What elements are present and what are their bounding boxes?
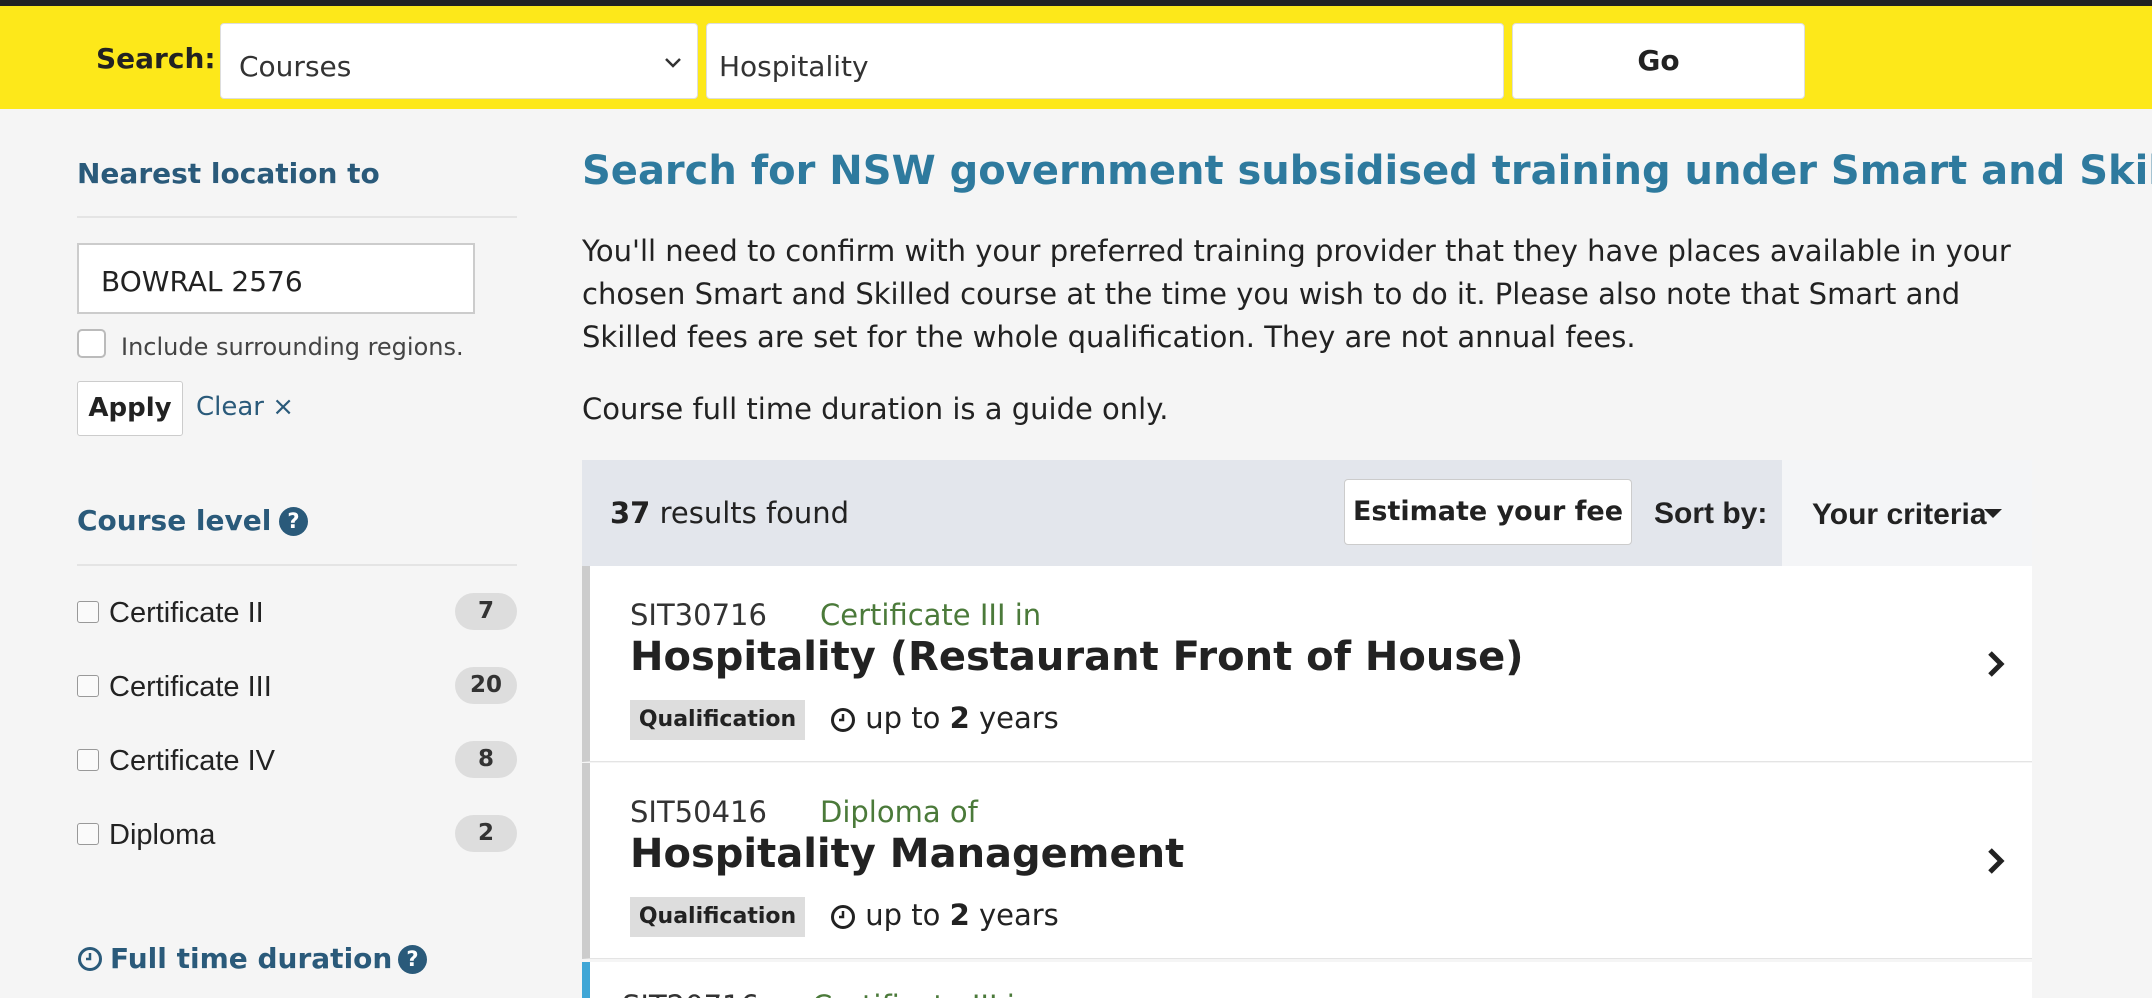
results-count: 37 results found [610, 496, 849, 530]
course-type: Diploma of [820, 795, 978, 829]
course-level-label: Certificate IV [109, 745, 275, 777]
course-code: SIT50416 [630, 795, 767, 829]
clear-link[interactable]: Clear × [196, 392, 294, 422]
divider [77, 564, 517, 566]
duration-prefix: up to [865, 701, 941, 735]
course-level-help-icon[interactable]: ? [279, 507, 308, 536]
course-level-option[interactable]: Certificate II 7 [77, 593, 517, 633]
results-label: results found [659, 496, 850, 530]
surrounding-regions-checkbox[interactable] [77, 329, 106, 358]
course-level-checkbox[interactable] [77, 675, 99, 697]
course-level-checkbox[interactable] [77, 749, 99, 771]
course-card-partial[interactable]: SIT20716 Certificate III in [582, 962, 2032, 998]
intro-text: You'll need to confirm with your preferr… [582, 234, 2011, 354]
course-level-label: Certificate III [109, 671, 272, 703]
duration-value: 2 [949, 898, 970, 932]
search-bar: Search: Courses Hospitality Go [0, 6, 2152, 109]
course-type: Certificate III in [812, 989, 1033, 998]
sort-label: Sort by: [1654, 497, 1768, 530]
course-name[interactable]: Hospitality (Restaurant Front of House) [630, 634, 1524, 680]
clock-icon [78, 947, 102, 971]
course-level-count: 8 [455, 741, 517, 778]
results-header: 37 results found Estimate your fee Sort … [582, 460, 2032, 566]
course-card[interactable]: SIT30716 Certificate III in Hospitality … [582, 566, 2032, 762]
location-input-value: BOWRAL 2576 [101, 265, 303, 298]
qualification-badge: Qualification [630, 700, 805, 740]
search-query-value: Hospitality [719, 50, 869, 83]
results-number: 37 [610, 496, 651, 530]
chevron-down-icon [665, 58, 681, 68]
search-category-value: Courses [239, 50, 352, 83]
duration-help-icon[interactable]: ? [398, 945, 427, 974]
course-level-checkbox[interactable] [77, 823, 99, 845]
course-level-option[interactable]: Diploma 2 [77, 815, 517, 855]
course-card[interactable]: SIT50416 Diploma of Hospitality Manageme… [582, 763, 2032, 959]
caret-down-icon [1984, 509, 2002, 518]
course-name[interactable]: Hospitality Management [630, 831, 1184, 877]
chevron-right-icon[interactable] [1985, 648, 2007, 680]
duration-value: 2 [949, 701, 970, 735]
page-title: Search for NSW government subsidised tra… [582, 148, 2152, 194]
course-level-heading: Course level [77, 504, 272, 537]
duration-guide-text: Course full time duration is a guide onl… [582, 392, 1169, 426]
sort-value: Your criteria [1812, 498, 1987, 531]
clock-icon [831, 905, 855, 929]
course-level-count: 20 [455, 667, 517, 704]
search-category-select[interactable]: Courses [220, 23, 698, 99]
estimate-fee-button[interactable]: Estimate your fee [1344, 479, 1632, 545]
chevron-right-icon[interactable] [1985, 845, 2007, 877]
sort-dropdown[interactable]: Your criteria [1782, 460, 2032, 566]
course-level-count: 7 [455, 593, 517, 630]
go-button[interactable]: Go [1512, 23, 1805, 99]
course-level-checkbox[interactable] [77, 601, 99, 623]
duration-heading: Full time duration [110, 942, 393, 975]
duration-unit: years [978, 701, 1059, 735]
clock-icon [831, 708, 855, 732]
location-heading: Nearest location to [77, 157, 380, 190]
duration-prefix: up to [865, 898, 941, 932]
course-duration: up to 2 years [830, 898, 1059, 932]
course-level-option[interactable]: Certificate III 20 [77, 667, 517, 707]
course-level-option[interactable]: Certificate IV 8 [77, 741, 517, 781]
search-label: Search: [96, 42, 216, 75]
location-input[interactable]: BOWRAL 2576 [77, 243, 475, 314]
surrounding-regions-label: Include surrounding regions. [121, 333, 464, 361]
course-level-count: 2 [455, 815, 517, 852]
course-duration: up to 2 years [830, 701, 1059, 735]
course-code: SIT30716 [630, 598, 767, 632]
course-code: SIT20716 [622, 989, 759, 998]
duration-unit: years [978, 898, 1059, 932]
divider [77, 216, 517, 218]
qualification-badge: Qualification [630, 897, 805, 937]
search-query-input[interactable]: Hospitality [706, 23, 1504, 99]
course-level-label: Certificate II [109, 597, 264, 629]
apply-button[interactable]: Apply [77, 381, 183, 436]
course-type: Certificate III in [820, 598, 1042, 632]
course-level-label: Diploma [109, 819, 216, 851]
